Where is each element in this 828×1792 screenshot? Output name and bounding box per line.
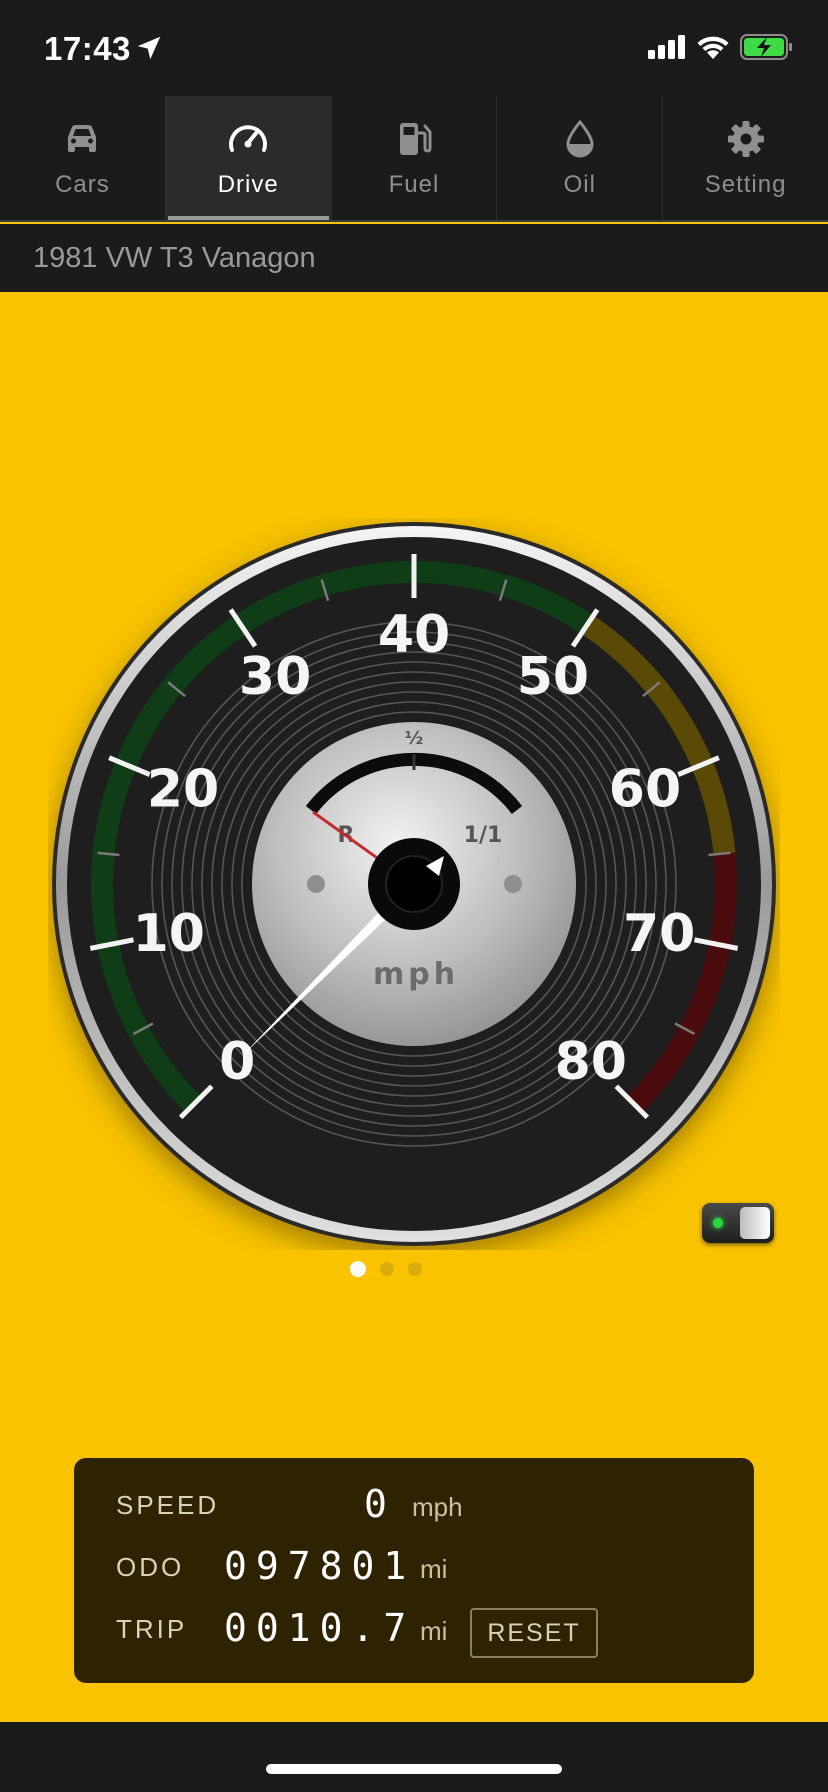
tab-setting[interactable]: Setting	[662, 96, 828, 220]
tick-label: 80	[555, 1032, 627, 1092]
gear-icon	[727, 121, 764, 157]
page-indicator	[0, 1261, 800, 1277]
sub-dial-top-label: ½	[405, 728, 424, 749]
trip-row: TRIP 0010.7 mi	[74, 1604, 754, 1654]
fuel-pump-icon	[399, 123, 432, 155]
page-dot[interactable]	[408, 1262, 422, 1276]
speed-unit: mph	[412, 1492, 463, 1522]
speed-row: SPEED 0 mph	[74, 1480, 754, 1530]
tick-label: 20	[147, 759, 219, 819]
tab-label: Drive	[217, 171, 279, 198]
tab-label: Cars	[55, 171, 110, 198]
speedometer-gauge: 01020304050607080 ½ R 1/1 mph	[48, 518, 780, 1250]
battery-charging-icon	[740, 34, 792, 60]
gauge-mode-toggle[interactable]	[702, 1203, 774, 1243]
car-name-bar: 1981 VW T3 Vanagon	[0, 224, 828, 292]
tick-label: 50	[517, 647, 589, 707]
page-dot[interactable]	[350, 1261, 366, 1277]
speed-value: 0	[364, 1482, 396, 1526]
reset-trip-button[interactable]: RESET	[470, 1608, 598, 1658]
car-icon	[68, 125, 97, 152]
tick-label: 30	[239, 647, 311, 707]
odo-label: ODO	[116, 1552, 185, 1582]
sub-dial-screw-left	[307, 875, 325, 893]
speedometer-icon	[229, 125, 268, 152]
home-indicator[interactable]	[266, 1764, 562, 1774]
location-arrow-icon	[137, 36, 161, 60]
tab-oil[interactable]: Oil	[496, 96, 662, 220]
odo-row: ODO 097801 mi	[74, 1542, 754, 1592]
toggle-led	[713, 1218, 723, 1228]
status-bar: 17:43	[0, 0, 828, 96]
readout-panel: SPEED 0 mph ODO 097801 mi TRIP 0010.7 mi…	[74, 1458, 754, 1683]
status-indicators	[648, 34, 794, 60]
odo-unit: mi	[420, 1554, 448, 1584]
trip-value: 0010.7	[224, 1606, 416, 1650]
tick-label: 0	[219, 1032, 255, 1092]
speedometer-svg: 01020304050607080 ½ R 1/1 mph	[52, 522, 776, 1246]
tick-label: 10	[133, 904, 205, 964]
status-time: 17:43	[44, 30, 131, 67]
oil-drop-icon	[566, 119, 594, 158]
wifi-icon	[697, 36, 729, 59]
tick-label: 60	[609, 759, 681, 819]
tab-fuel[interactable]: Fuel	[330, 96, 497, 220]
tab-label: Fuel	[388, 171, 440, 198]
tab-bar: Cars Drive Fuel Oil Setting	[0, 96, 828, 222]
cellular-signal-icon	[648, 35, 685, 59]
page-dot[interactable]	[380, 1262, 394, 1276]
sub-dial-right-label: 1/1	[464, 823, 503, 848]
sub-dial-screw-right	[504, 875, 522, 893]
toggle-knob	[740, 1207, 770, 1239]
tick-label: 40	[378, 605, 450, 665]
speed-label: SPEED	[116, 1490, 220, 1520]
tab-label: Oil	[563, 171, 596, 198]
bottom-bar	[0, 1722, 828, 1792]
tab-drive[interactable]: Drive	[164, 96, 331, 220]
gauge-unit-label: mph	[373, 957, 459, 992]
trip-label: TRIP	[116, 1614, 188, 1644]
odo-value: 097801	[224, 1544, 416, 1588]
tab-cars[interactable]: Cars	[0, 96, 165, 220]
trip-unit: mi	[420, 1616, 448, 1646]
tick-label: 70	[623, 904, 695, 964]
tab-label: Setting	[704, 171, 787, 198]
car-name: 1981 VW T3 Vanagon	[33, 242, 316, 274]
